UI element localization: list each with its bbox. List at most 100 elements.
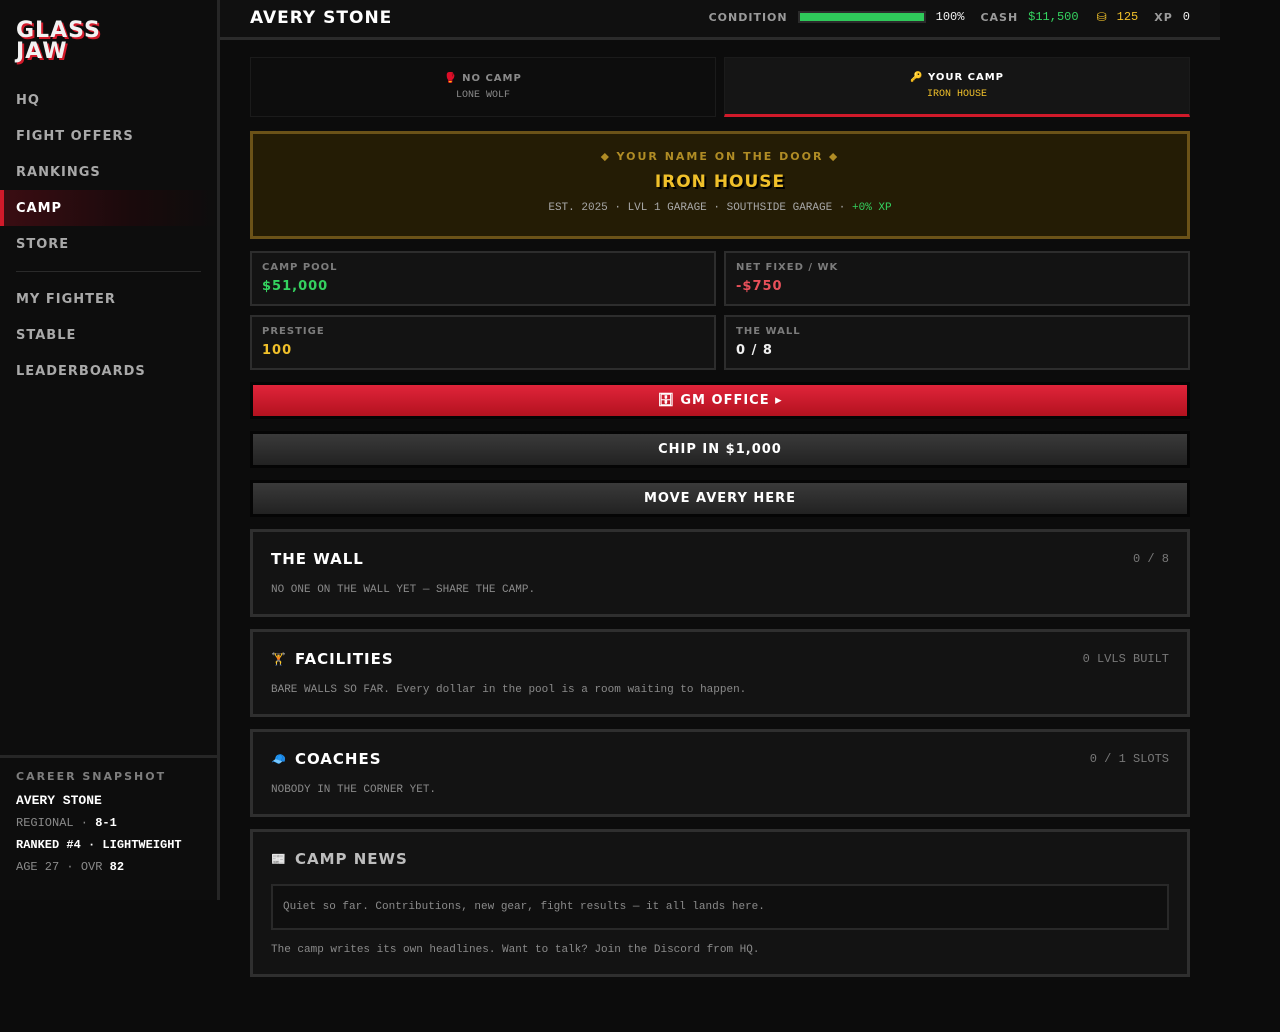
- banner-kicker: ⬥ YOUR NAME ON THE DOOR ⬥: [601, 150, 839, 163]
- nav-divider: [16, 271, 201, 272]
- stat-the-wall: THE WALL 0 / 8: [724, 315, 1190, 370]
- snapshot-rank-line: RANKED #4 · LIGHTWEIGHT: [16, 838, 201, 852]
- stat-net-fixed: NET FIXED / WK -$750: [724, 251, 1190, 306]
- net-fixed-label: NET FIXED / WK: [736, 262, 839, 273]
- banner-meta: EST. 2025 · LVL 1 GARAGE · SOUTHSIDE GAR…: [253, 202, 1187, 214]
- camp-pool-value: $51,000: [262, 279, 329, 294]
- news-title-text: CAMP NEWS: [294, 850, 408, 868]
- tab-your-camp-title: 🔑 YOUR CAMP: [910, 72, 1004, 83]
- logo-line-1: GLASS: [16, 18, 101, 43]
- app-logo[interactable]: GLASS JAW: [16, 18, 136, 64]
- xp-label: XP: [1154, 10, 1173, 24]
- chip-in-button[interactable]: CHIP IN $1,000: [250, 431, 1190, 468]
- sidebar-item-fight-offers[interactable]: FIGHT OFFERS: [0, 118, 217, 154]
- career-snapshot: CAREER SNAPSHOT AVERY STONE REGIONAL · 8…: [0, 755, 217, 900]
- sidebar-item-hq[interactable]: HQ: [0, 82, 217, 118]
- facilities-panel-body: BARE WALLS SO FAR. Every dollar in the p…: [271, 684, 747, 696]
- snapshot-record: 8-1: [95, 816, 117, 830]
- tab-no-camp[interactable]: 🥊 NO CAMP LONE WOLF: [250, 57, 716, 117]
- gm-office-button[interactable]: 🗄 GM OFFICE ▸: [250, 382, 1190, 419]
- facilities-panel-head: 🏋 FACILITIES 0 LVLS BUILT: [271, 650, 1169, 668]
- coaches-title-text: COACHES: [294, 750, 382, 768]
- newspaper-icon: 📰: [271, 852, 287, 866]
- banner-meta-text: EST. 2025 · LVL 1 GARAGE · SOUTHSIDE GAR…: [548, 202, 846, 214]
- stat-prestige: PRESTIGE 100: [250, 315, 716, 370]
- camp-banner: ⬥ YOUR NAME ON THE DOOR ⬥ IRON HOUSE EST…: [250, 131, 1190, 239]
- cash-value: $11,500: [1028, 10, 1079, 24]
- wall-panel-title: THE WALL: [271, 550, 364, 568]
- the-wall-value: 0 / 8: [736, 343, 773, 358]
- arrow-right-icon: ▸: [775, 393, 783, 408]
- coaches-panel: 🧢 COACHES 0 / 1 SLOTS NOBODY IN THE CORNE…: [250, 729, 1190, 817]
- boxing-glove-icon: 🥊: [444, 73, 458, 84]
- camp-pool-label: CAMP POOL: [262, 262, 338, 273]
- sidebar-item-leaderboards[interactable]: LEADERBOARDS: [0, 353, 217, 389]
- facilities-panel: 🏋 FACILITIES 0 LVLS BUILT BARE WALLS SO F…: [250, 629, 1190, 717]
- sidebar-nav: HQ FIGHT OFFERS RANKINGS CAMP STORE MY F…: [0, 82, 217, 389]
- prestige-label: PRESTIGE: [262, 326, 325, 337]
- snapshot-ovr: 82: [109, 860, 125, 874]
- snapshot-record-line: REGIONAL · 8-1: [16, 816, 117, 830]
- sidebar-item-camp[interactable]: CAMP: [0, 190, 217, 226]
- cabinet-icon: 🗄: [657, 393, 675, 408]
- condition-bar: [797, 11, 926, 23]
- sidebar-item-my-fighter[interactable]: MY FIGHTER: [0, 281, 217, 317]
- cap-icon: 🧢: [271, 752, 287, 766]
- prestige-value: 100: [262, 343, 293, 358]
- condition-label: CONDITION: [708, 10, 788, 24]
- news-panel-footer: The camp writes its own headlines. Want …: [271, 944, 760, 956]
- stat-camp-pool: CAMP POOL $51,000: [250, 251, 716, 306]
- dumbbell-icon: 🏋: [271, 652, 287, 666]
- condition-fill: [799, 13, 924, 21]
- gm-office-label: GM OFFICE: [680, 393, 770, 408]
- snapshot-name: AVERY STONE: [16, 793, 102, 808]
- fighter-name: AVERY STONE: [250, 8, 393, 28]
- move-fighter-button[interactable]: MOVE AVERY HERE: [250, 480, 1190, 517]
- coin-stack-icon: ⛁: [1096, 10, 1107, 24]
- camp-name: IRON HOUSE: [654, 172, 786, 192]
- tab-no-camp-sub: LONE WOLF: [455, 90, 510, 101]
- news-panel-head: 📰 CAMP NEWS: [271, 850, 1169, 868]
- facilities-panel-title: 🏋 FACILITIES: [271, 650, 394, 668]
- camp-stats: CAMP POOL $51,000 NET FIXED / WK -$750 P…: [250, 251, 1190, 370]
- tab-your-camp-label: YOUR CAMP: [927, 72, 1004, 83]
- wall-panel-count: 0 / 8: [1132, 552, 1169, 566]
- snapshot-ovr-label: OVR: [80, 860, 103, 874]
- coaches-panel-count: 0 / 1 SLOTS: [1089, 752, 1169, 766]
- facilities-title-text: FACILITIES: [294, 650, 394, 668]
- snapshot-age-line: AGE 27 · OVR 82: [16, 860, 125, 874]
- banner-xp-bonus: +0% XP: [852, 202, 892, 214]
- condition-value: 100%: [935, 10, 965, 24]
- xp-value: 0: [1182, 10, 1190, 24]
- wall-panel-body: NO ONE ON THE WALL YET — SHARE THE CAMP.: [271, 584, 536, 596]
- facilities-panel-count: 0 LVLS BUILT: [1082, 652, 1169, 666]
- sidebar-item-store[interactable]: STORE: [0, 226, 217, 262]
- tab-no-camp-label: NO CAMP: [462, 73, 522, 84]
- cash-label: CASH: [980, 10, 1019, 24]
- key-icon: 🔑: [910, 72, 924, 83]
- snapshot-rank: RANKED #4 · LIGHTWEIGHT: [16, 838, 182, 852]
- the-wall-label: THE WALL: [736, 326, 801, 337]
- coaches-panel-title: 🧢 COACHES: [271, 750, 382, 768]
- tab-no-camp-title: 🥊 NO CAMP: [444, 73, 522, 84]
- news-feed: Quiet so far. Contributions, new gear, f…: [271, 884, 1169, 930]
- tab-your-camp-sub: IRON HOUSE: [926, 89, 987, 100]
- news-panel: 📰 CAMP NEWS Quiet so far. Contributions, …: [250, 829, 1190, 977]
- logo-line-2: JAW: [16, 39, 68, 64]
- camp-tabs: 🥊 NO CAMP LONE WOLF 🔑 YOUR CAMP IRON HOU…: [250, 57, 1190, 117]
- top-bar: AVERY STONE CONDITION 100% CASH $11,500 …: [220, 0, 1220, 40]
- snapshot-age: AGE 27: [16, 860, 60, 874]
- tab-your-camp[interactable]: 🔑 YOUR CAMP IRON HOUSE: [724, 57, 1190, 117]
- coaches-panel-head: 🧢 COACHES 0 / 1 SLOTS: [271, 750, 1169, 768]
- snapshot-region: REGIONAL: [16, 816, 74, 830]
- coaches-panel-body: NOBODY IN THE CORNER YET.: [271, 784, 437, 796]
- wall-panel-head: THE WALL 0 / 8: [271, 550, 1169, 568]
- snapshot-title: CAREER SNAPSHOT: [16, 770, 167, 783]
- news-panel-title: 📰 CAMP NEWS: [271, 850, 408, 868]
- wall-panel: THE WALL 0 / 8 NO ONE ON THE WALL YET — …: [250, 529, 1190, 617]
- sidebar-item-rankings[interactable]: RANKINGS: [0, 154, 217, 190]
- net-fixed-value: -$750: [736, 279, 783, 294]
- coins-value: 125: [1116, 10, 1139, 24]
- top-stats: CONDITION 100% CASH $11,500 ⛁ 125 XP 0: [709, 10, 1190, 24]
- sidebar-item-stable[interactable]: STABLE: [0, 317, 217, 353]
